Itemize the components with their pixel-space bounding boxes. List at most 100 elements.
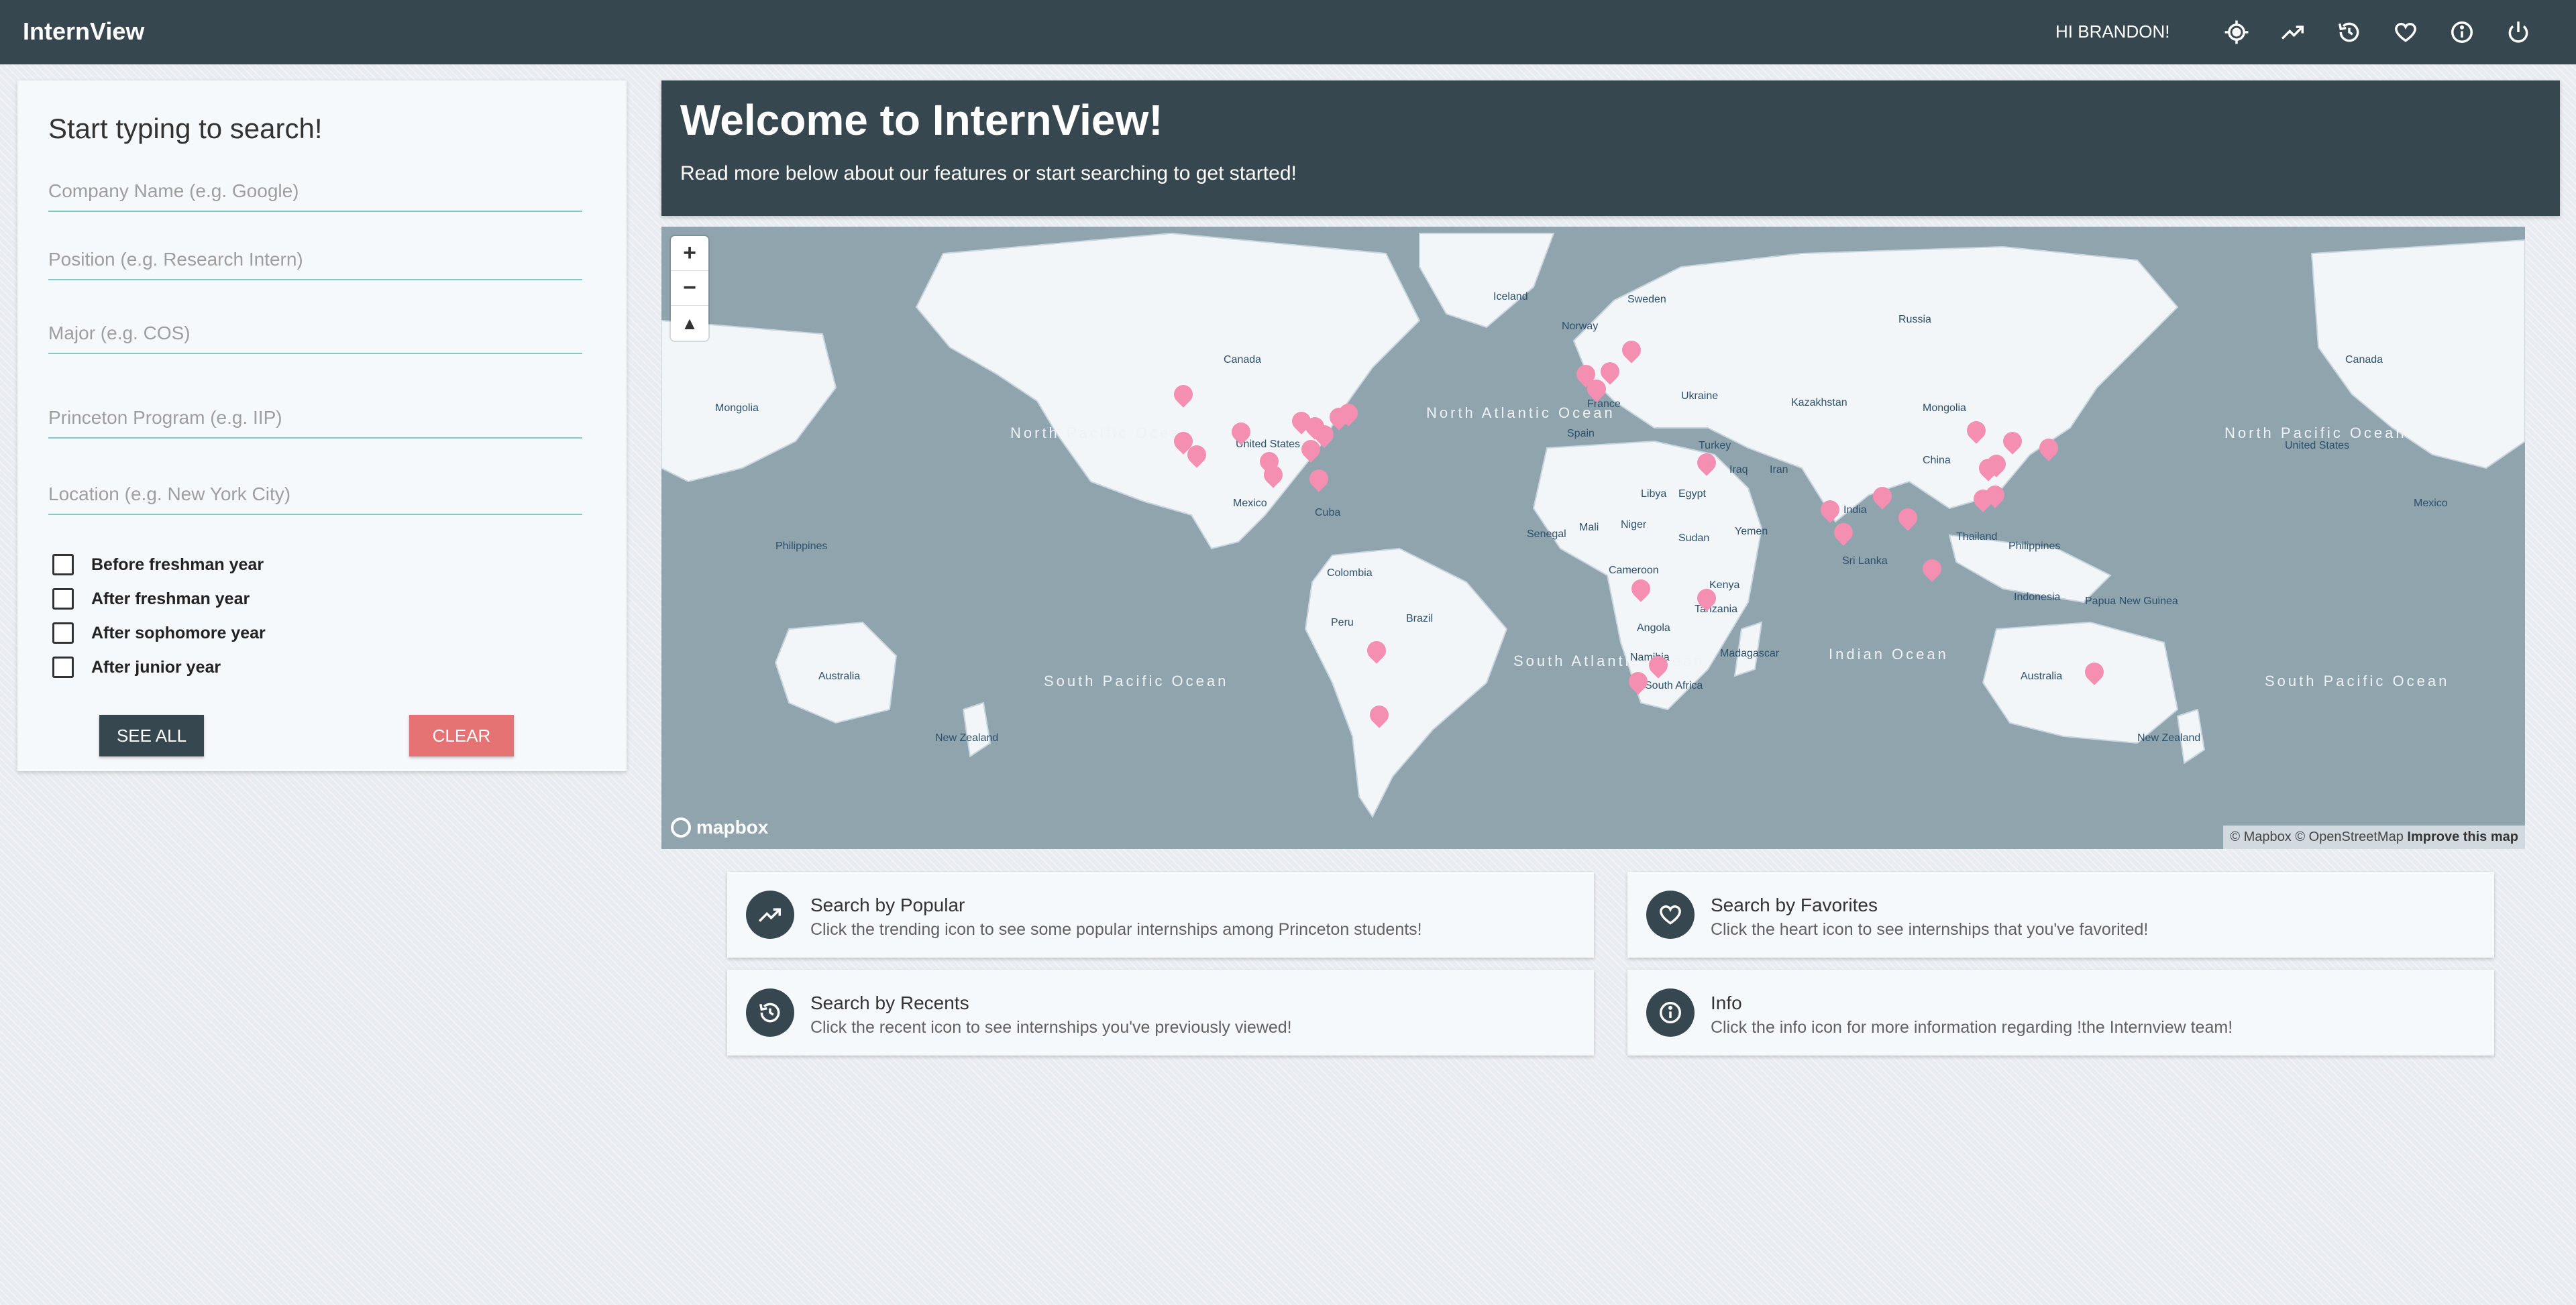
welcome-subtitle: Read more below about our features or st… bbox=[680, 162, 1297, 184]
zoom-in-button[interactable]: + bbox=[671, 236, 708, 271]
history-icon bbox=[746, 988, 794, 1037]
trending-icon[interactable] bbox=[2277, 16, 2309, 48]
ocean-label: South Pacific Ocean bbox=[1044, 673, 1229, 689]
place-label: Australia bbox=[818, 671, 861, 682]
place-label: Mongolia bbox=[715, 402, 759, 414]
feature-card-info: Info Click the info icon for more inform… bbox=[1627, 970, 2494, 1056]
place-label: Sudan bbox=[1678, 532, 1710, 544]
improve-map-link[interactable]: Improve this map bbox=[2407, 830, 2518, 844]
place-label: Philippines bbox=[2008, 541, 2061, 552]
place-label: Egypt bbox=[1678, 488, 1706, 500]
checkbox-after-sophomore[interactable]: After sophomore year bbox=[52, 622, 266, 644]
see-all-button[interactable]: SEE ALL bbox=[99, 715, 204, 756]
map-attribution: © Mapbox © OpenStreetMap Improve this ma… bbox=[2223, 826, 2525, 849]
place-label: Thailand bbox=[1956, 531, 1998, 543]
place-label: Spain bbox=[1567, 428, 1595, 439]
place-label: Cuba bbox=[1315, 507, 1341, 518]
location-icon[interactable] bbox=[2220, 16, 2253, 48]
search-title: Start typing to search! bbox=[48, 113, 323, 144]
checkbox[interactable] bbox=[52, 657, 74, 678]
place-label: Mexico bbox=[2414, 498, 2448, 509]
place-label: Canada bbox=[2345, 354, 2383, 365]
place-label: Angola bbox=[1637, 622, 1670, 634]
place-label: Canada bbox=[1224, 354, 1262, 365]
feature-card-favorites: Search by Favorites Click the heart icon… bbox=[1627, 872, 2494, 958]
checkbox[interactable] bbox=[52, 588, 74, 610]
place-label: Peru bbox=[1331, 617, 1354, 628]
mapbox-logo-text: mapbox bbox=[696, 817, 769, 838]
program-input[interactable] bbox=[48, 398, 582, 439]
mapbox-ring-icon bbox=[671, 817, 691, 838]
zoom-out-button[interactable]: − bbox=[671, 271, 708, 306]
place-label: Colombia bbox=[1327, 567, 1373, 579]
checkbox[interactable] bbox=[52, 622, 74, 644]
info-icon[interactable] bbox=[2446, 16, 2478, 48]
feature-card-popular: Search by Popular Click the trending ico… bbox=[727, 872, 1594, 958]
top-navbar: InternView HI BRANDON! bbox=[0, 0, 2576, 64]
history-icon[interactable] bbox=[2333, 16, 2365, 48]
heart-icon[interactable] bbox=[2390, 16, 2422, 48]
place-label: Kenya bbox=[1709, 579, 1740, 591]
nav-icons bbox=[2220, 16, 2534, 48]
location-input[interactable] bbox=[48, 475, 582, 515]
checkbox-before-freshman[interactable]: Before freshman year bbox=[52, 554, 264, 575]
place-label: Russia bbox=[1898, 314, 1931, 325]
info-icon bbox=[1646, 988, 1695, 1037]
place-label: South Africa bbox=[1645, 680, 1703, 691]
place-label: Madagascar bbox=[1720, 648, 1780, 659]
brand-logo[interactable]: InternView bbox=[23, 17, 144, 46]
checkbox-after-freshman[interactable]: After freshman year bbox=[52, 588, 250, 610]
place-label: India bbox=[1843, 504, 1867, 516]
place-label: Australia bbox=[2021, 671, 2063, 682]
ocean-label: Indian Ocean bbox=[1829, 646, 1949, 663]
company-name-input[interactable] bbox=[48, 172, 582, 212]
world-map[interactable]: + − ▲ North Pacific Ocean North Atlantic… bbox=[661, 227, 2525, 849]
feature-desc: Click the recent icon to see internships… bbox=[810, 1018, 1292, 1037]
checkbox-label: After freshman year bbox=[91, 589, 250, 608]
place-label: Mongolia bbox=[1923, 402, 1966, 414]
welcome-title: Welcome to InternView! bbox=[680, 96, 1163, 144]
place-label: Sri Lanka bbox=[1842, 555, 1888, 567]
zoom-control: + − ▲ bbox=[671, 236, 708, 341]
place-label: Philippines bbox=[775, 541, 828, 552]
place-label: New Zealand bbox=[935, 732, 999, 744]
clear-button[interactable]: CLEAR bbox=[409, 715, 514, 756]
place-label: Indonesia bbox=[2014, 591, 2061, 603]
attribution-text: © Mapbox © OpenStreetMap bbox=[2230, 830, 2404, 844]
place-label: France bbox=[1587, 398, 1621, 410]
place-label: Iran bbox=[1770, 464, 1788, 475]
welcome-banner: Welcome to InternView! Read more below a… bbox=[661, 80, 2560, 216]
place-label: Niger bbox=[1621, 519, 1647, 530]
compass-button[interactable]: ▲ bbox=[671, 306, 708, 341]
place-label: Sweden bbox=[1627, 294, 1666, 305]
place-label: Yemen bbox=[1735, 526, 1768, 537]
place-label: Mexico bbox=[1233, 498, 1267, 509]
feature-title: Info bbox=[1711, 992, 1742, 1013]
place-label: Mali bbox=[1579, 522, 1599, 533]
feature-title: Search by Popular bbox=[810, 895, 965, 915]
ocean-label: South Pacific Ocean bbox=[2265, 673, 2450, 689]
feature-desc: Click the heart icon to see internships … bbox=[1711, 920, 2149, 939]
checkbox[interactable] bbox=[52, 554, 74, 575]
feature-desc: Click the trending icon to see some popu… bbox=[810, 920, 1422, 939]
place-label: Iceland bbox=[1493, 291, 1528, 302]
position-input[interactable] bbox=[48, 240, 582, 280]
major-input[interactable] bbox=[48, 314, 582, 354]
place-label: Papua New Guinea bbox=[2085, 595, 2178, 607]
ocean-label: South Atlantic Ocean bbox=[1513, 652, 1705, 669]
place-label: China bbox=[1923, 455, 1951, 466]
mapbox-logo[interactable]: mapbox bbox=[671, 817, 768, 838]
heart-icon bbox=[1646, 891, 1695, 939]
place-label: New Zealand bbox=[2137, 732, 2201, 744]
ocean-label: North Pacific Ocean bbox=[1010, 424, 1193, 441]
place-label: Libya bbox=[1641, 488, 1667, 500]
place-label: United States bbox=[2285, 440, 2350, 451]
checkbox-after-junior[interactable]: After junior year bbox=[52, 657, 221, 678]
place-label: Turkey bbox=[1699, 440, 1731, 451]
power-icon[interactable] bbox=[2502, 16, 2534, 48]
feature-desc: Click the info icon for more information… bbox=[1711, 1018, 2233, 1037]
search-panel: Start typing to search! Before freshman … bbox=[17, 80, 627, 771]
place-label: Kazakhstan bbox=[1791, 397, 1847, 408]
checkbox-label: After sophomore year bbox=[91, 623, 266, 642]
checkbox-label: Before freshman year bbox=[91, 555, 264, 574]
